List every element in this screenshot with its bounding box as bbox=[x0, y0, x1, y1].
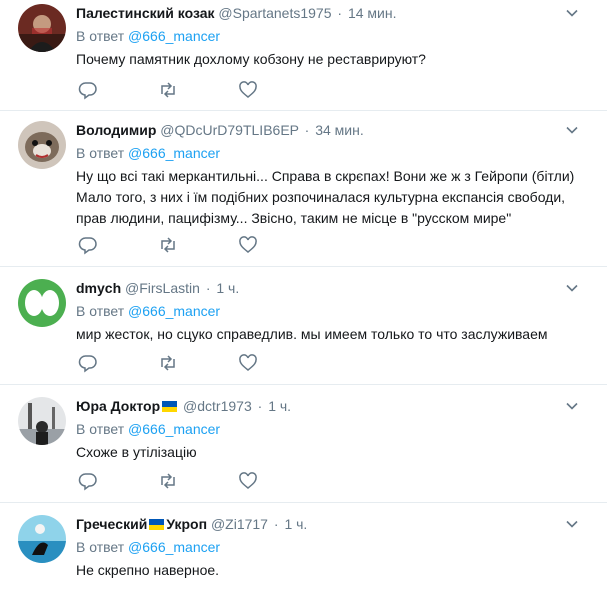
retweet-icon[interactable] bbox=[158, 80, 178, 100]
tweet[interactable]: Юра Доктор @dctr1973 · 1 ч. В ответ @666… bbox=[0, 385, 607, 503]
reply-prefix: В ответ bbox=[76, 539, 125, 555]
author-name[interactable]: Володимир bbox=[76, 122, 156, 138]
ukraine-flag-icon bbox=[149, 519, 165, 530]
separator-dot: · bbox=[337, 5, 343, 21]
retweet-icon[interactable] bbox=[158, 353, 178, 373]
like-icon[interactable] bbox=[238, 80, 258, 100]
chevron-down-icon[interactable] bbox=[565, 399, 579, 413]
retweet-icon[interactable] bbox=[158, 235, 178, 255]
ukraine-flag-icon bbox=[162, 401, 178, 412]
tweet-text: Схоже в утілізацію bbox=[76, 444, 197, 460]
author-handle[interactable]: @FirsLastin bbox=[125, 280, 200, 296]
author-name-part2[interactable]: Укроп bbox=[166, 516, 207, 532]
tweet-text: мир жесток, но сцуко справедлив. мы имее… bbox=[76, 326, 548, 342]
reply-icon[interactable] bbox=[78, 80, 98, 100]
timestamp[interactable]: 1 ч. bbox=[268, 398, 291, 414]
avatar[interactable] bbox=[18, 4, 66, 52]
reply-icon[interactable] bbox=[78, 471, 98, 491]
author-name[interactable]: Палестинский козак bbox=[76, 5, 215, 21]
reply-context: В ответ @666_mancer bbox=[76, 302, 593, 320]
chevron-down-icon[interactable] bbox=[565, 6, 579, 20]
timestamp[interactable]: 34 мин. bbox=[315, 122, 364, 138]
separator-dot: · bbox=[273, 516, 279, 532]
tweet[interactable]: Володимир @QDcUrD79TLIB6EP · 34 мин. В о… bbox=[0, 111, 607, 267]
tweet[interactable]: dmych @FirsLastin · 1 ч. В ответ @666_ma… bbox=[0, 267, 607, 385]
tweet[interactable]: Палестинский козак @Spartanets1975 · 14 … bbox=[0, 0, 607, 111]
avatar[interactable] bbox=[18, 515, 66, 563]
author-handle[interactable]: @Zi1717 bbox=[211, 516, 268, 532]
reply-to-link[interactable]: @666_mancer bbox=[128, 303, 220, 319]
reply-icon[interactable] bbox=[78, 353, 98, 373]
reply-prefix: В ответ bbox=[76, 303, 125, 319]
reply-prefix: В ответ bbox=[76, 421, 125, 437]
reply-icon[interactable] bbox=[78, 235, 98, 255]
like-icon[interactable] bbox=[238, 471, 258, 491]
avatar[interactable] bbox=[18, 397, 66, 445]
tweet-text: Не скрепно наверное. bbox=[76, 562, 220, 578]
reply-prefix: В ответ bbox=[76, 145, 125, 161]
chevron-down-icon[interactable] bbox=[565, 517, 579, 531]
reply-to-link[interactable]: @666_mancer bbox=[128, 421, 220, 437]
reply-to-link[interactable]: @666_mancer bbox=[128, 145, 220, 161]
reply-context: В ответ @666_mancer bbox=[76, 27, 593, 45]
reply-context: В ответ @666_mancer bbox=[76, 144, 593, 162]
like-icon[interactable] bbox=[238, 235, 258, 255]
reply-to-link[interactable]: @666_mancer bbox=[128, 539, 220, 555]
like-icon[interactable] bbox=[238, 353, 258, 373]
retweet-icon[interactable] bbox=[158, 471, 178, 491]
author-handle[interactable]: @Spartanets1975 bbox=[218, 5, 331, 21]
author-name[interactable]: dmych bbox=[76, 280, 121, 296]
reply-to-link[interactable]: @666_mancer bbox=[128, 28, 220, 44]
author-handle[interactable]: @dctr1973 bbox=[183, 398, 252, 414]
reply-context: В ответ @666_mancer bbox=[76, 420, 593, 438]
timestamp[interactable]: 1 ч. bbox=[284, 516, 307, 532]
separator-dot: · bbox=[304, 122, 310, 138]
separator-dot: · bbox=[205, 280, 211, 296]
tweet-text: Ну що всі такі меркантильні... Справа в … bbox=[76, 168, 575, 226]
avatar[interactable] bbox=[18, 279, 66, 327]
avatar[interactable] bbox=[18, 121, 66, 169]
reply-prefix: В ответ bbox=[76, 28, 125, 44]
reply-context: В ответ @666_mancer bbox=[76, 538, 593, 556]
chevron-down-icon[interactable] bbox=[565, 281, 579, 295]
tweet-text: Почему памятник дохлому кобзону не реста… bbox=[76, 51, 426, 67]
author-name-part1[interactable]: Гречеcкий bbox=[76, 516, 147, 532]
tweet[interactable]: Гречеcкий Укроп @Zi1717 · 1 ч. В ответ @6… bbox=[0, 503, 607, 591]
author-name[interactable]: Юра Доктор bbox=[76, 398, 160, 414]
author-handle[interactable]: @QDcUrD79TLIB6EP bbox=[160, 122, 298, 138]
timestamp[interactable]: 14 мин. bbox=[348, 5, 397, 21]
chevron-down-icon[interactable] bbox=[565, 123, 579, 137]
timestamp[interactable]: 1 ч. bbox=[216, 280, 239, 296]
separator-dot: · bbox=[257, 398, 263, 414]
